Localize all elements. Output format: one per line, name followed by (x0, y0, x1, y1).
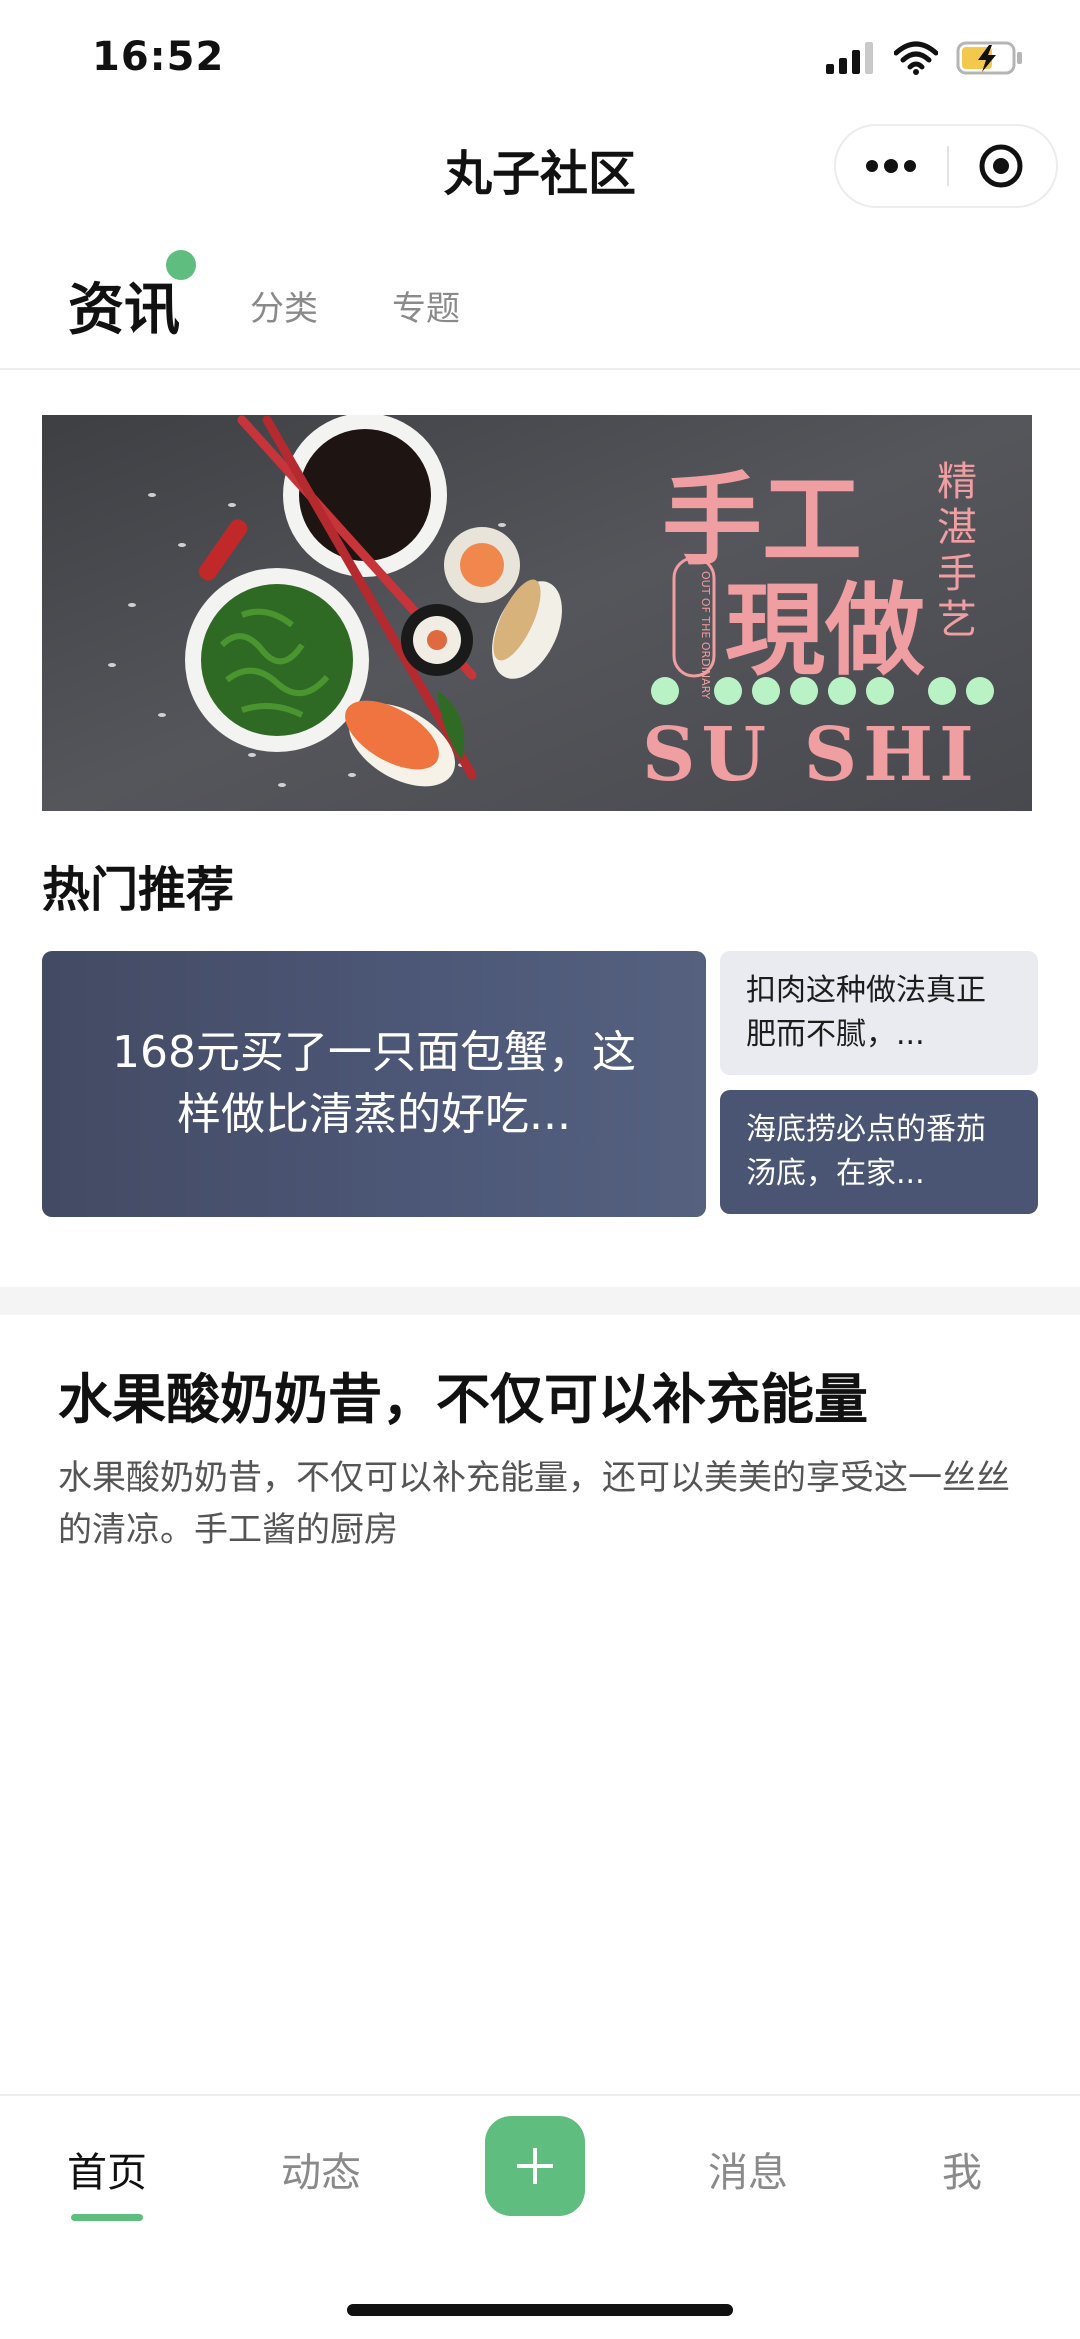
hot-section-title: 热门推荐 (42, 862, 235, 918)
section-divider (0, 1287, 1080, 1315)
hot-card-side-2-text: 海底捞必点的番茄汤底，在家... (746, 1112, 986, 1191)
tabbar-active-indicator (71, 2214, 143, 2221)
new-content-dot (166, 250, 196, 280)
article-title: 水果酸奶奶昔，不仅可以补充能量 (58, 1368, 868, 1431)
sushi-banner-image: 手工 現做 精 湛 手 艺 OUT OF THE ORDINARY SU SHI (42, 415, 1032, 811)
status-bar: 16:52 (0, 0, 1080, 110)
tab-topic-label: 专题 (392, 288, 460, 329)
status-time: 16:52 (92, 34, 225, 80)
banner-side-1: 精 (937, 459, 977, 505)
bottom-tab-bar: 首页 动态 消息 我 (0, 2094, 1080, 2339)
hot-card-main-text: 168元买了一只面包蟹，这样做比清蒸的好吃... (112, 1027, 636, 1140)
banner-side-2: 湛 (937, 505, 977, 551)
hot-card-side-1[interactable]: 扣肉这种做法真正肥而不腻，... (720, 951, 1038, 1075)
tabbar-home[interactable]: 首页 (27, 2140, 187, 2198)
mini-program-capsule (834, 124, 1058, 208)
close-button[interactable] (946, 126, 1056, 206)
tabs-divider (0, 368, 1080, 370)
tab-topic[interactable]: 专题 (392, 240, 460, 370)
hot-card-side-1-text: 扣肉这种做法真正肥而不腻，... (746, 973, 986, 1052)
banner-side-4: 艺 (937, 597, 977, 643)
tabbar-messages-label: 消息 (708, 2150, 788, 2196)
plus-icon (517, 2148, 553, 2184)
tabbar-home-label: 首页 (67, 2150, 147, 2196)
top-tabs: 资讯 分类 专题 (0, 240, 1080, 370)
banner-headline-2: 現做 (725, 571, 925, 689)
tab-news-label: 资讯 (68, 277, 180, 343)
tab-category-label: 分类 (250, 288, 318, 329)
signal-icon (826, 42, 873, 74)
tab-category[interactable]: 分类 (250, 240, 318, 370)
banner-side-3: 手 (937, 551, 977, 597)
banner-brand: SU SHI (642, 712, 980, 798)
more-dots-icon (866, 159, 916, 173)
add-post-button[interactable] (485, 2116, 585, 2216)
wifi-icon (894, 41, 938, 75)
tabbar-messages[interactable]: 消息 (668, 2140, 828, 2198)
article-card[interactable]: 水果酸奶奶昔，不仅可以补充能量 水果酸奶奶昔，不仅可以补充能量，还可以美美的享受… (58, 1360, 1028, 1556)
status-icons (826, 40, 1024, 76)
tabbar-feed[interactable]: 动态 (241, 2140, 401, 2198)
article-description: 水果酸奶奶昔，不仅可以补充能量，还可以美美的享受这一丝丝的清凉。手工酱的厨房 (58, 1458, 1010, 1550)
tabbar-me-label: 我 (942, 2150, 982, 2196)
close-target-icon (979, 144, 1023, 188)
home-indicator (347, 2304, 733, 2316)
tab-news[interactable]: 资讯 (68, 240, 180, 370)
more-button[interactable] (836, 126, 946, 206)
hot-card-side-2[interactable]: 海底捞必点的番茄汤底，在家... (720, 1090, 1038, 1214)
banner-seal-text: OUT OF THE ORDINARY (699, 571, 712, 700)
hot-card-main[interactable]: 168元买了一只面包蟹，这样做比清蒸的好吃... (42, 951, 706, 1217)
battery-charging-icon (956, 41, 1022, 75)
banner-headline-1: 手工 (662, 461, 862, 579)
promo-banner[interactable]: 手工 現做 精 湛 手 艺 OUT OF THE ORDINARY SU SHI (42, 415, 1032, 811)
tabbar-feed-label: 动态 (281, 2150, 361, 2196)
tabbar-me[interactable]: 我 (882, 2140, 1042, 2198)
navigation-bar: 丸子社区 (0, 110, 1080, 230)
